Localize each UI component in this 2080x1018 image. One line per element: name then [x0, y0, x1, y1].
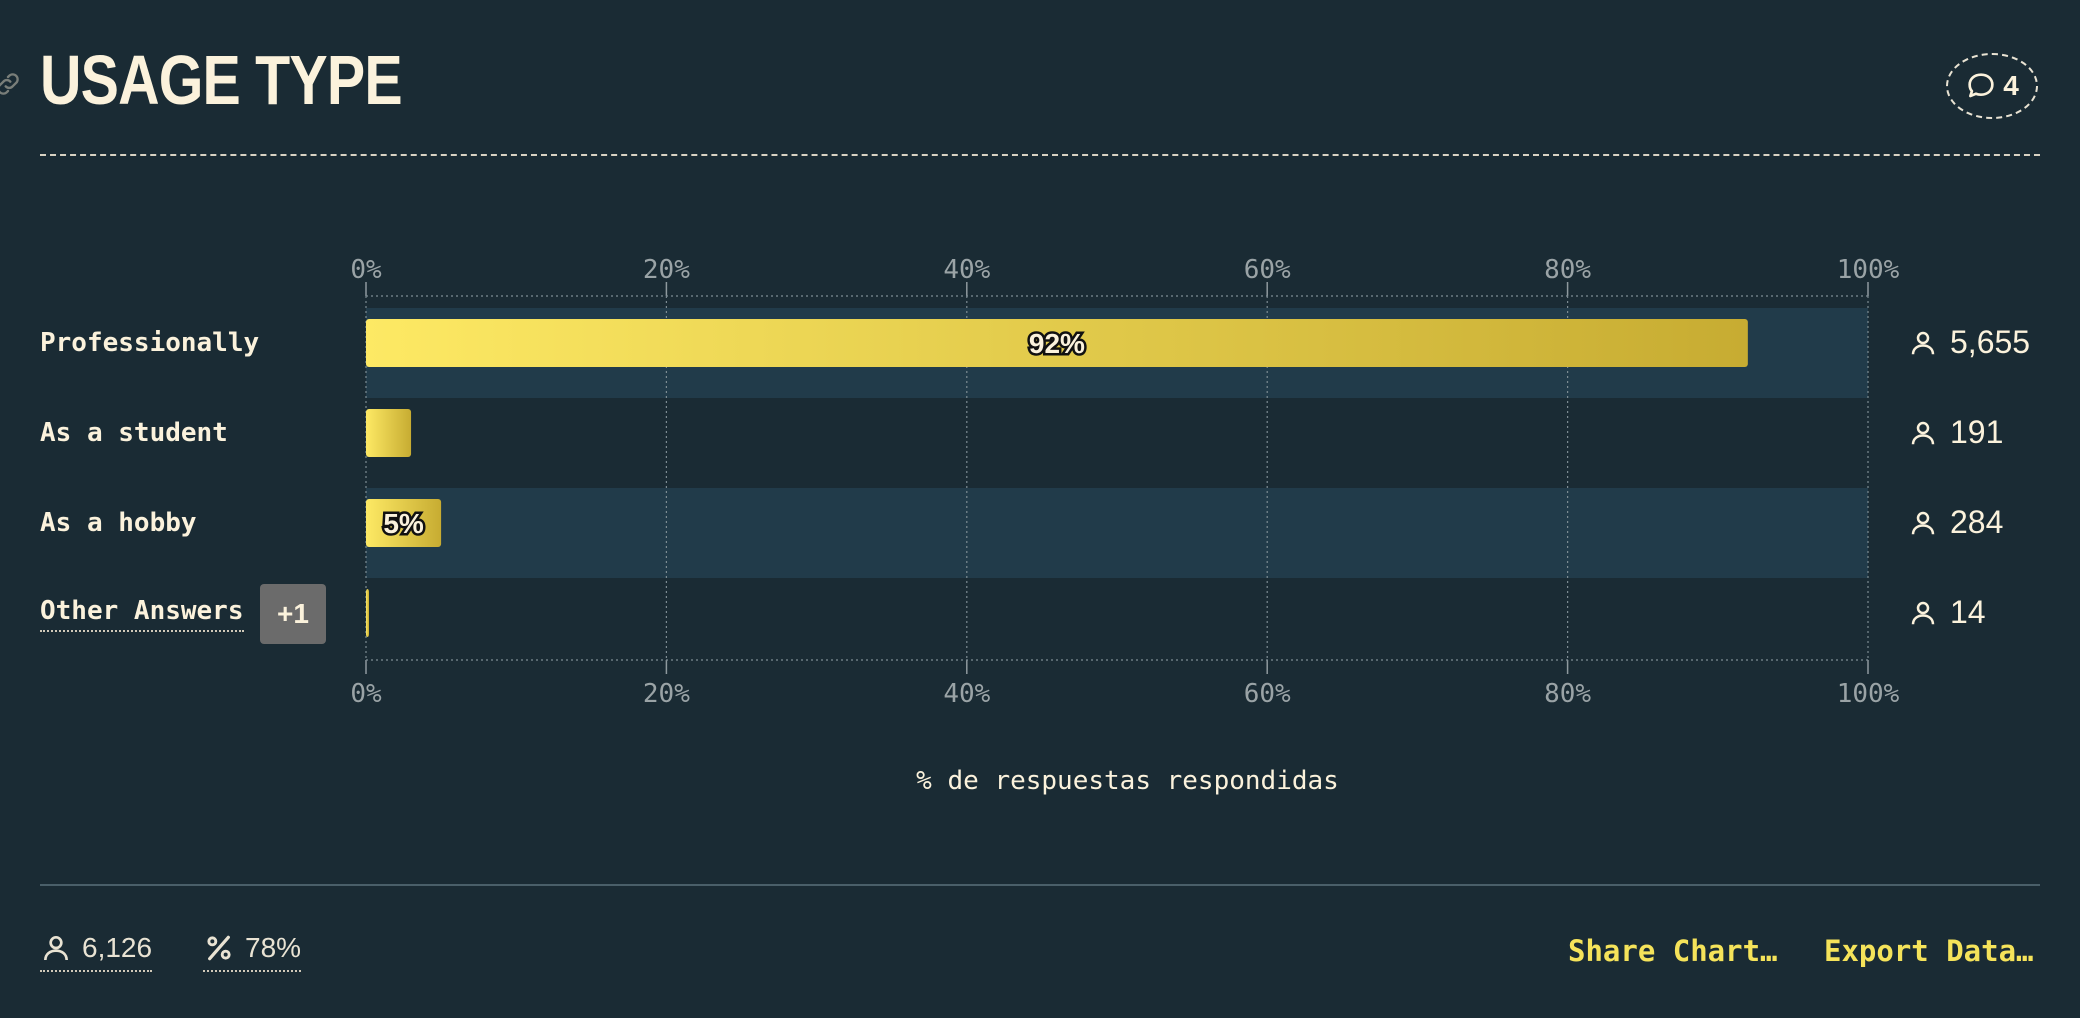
x-tick-label-top: 0%: [350, 255, 382, 285]
x-tick-label-top: 100%: [1837, 255, 1900, 285]
respondents-stat[interactable]: 6,126: [40, 932, 153, 972]
percent-stat[interactable]: 78%: [203, 932, 302, 972]
bar-value-label: 5%: [383, 508, 424, 539]
bar-chart: 0% 0% 20% 20% 40% 40% 60% 60% 80% 80% 100% 100% 92% 5…: [350, 255, 1900, 709]
x-tick-label-bottom: 40%: [943, 679, 990, 709]
row-label-professionally: Professionally: [40, 328, 260, 358]
count-student: 191: [1908, 414, 2003, 451]
count-value: 284: [1950, 504, 2004, 540]
x-tick-label-bottom: 20%: [643, 679, 690, 709]
person-icon: [1911, 511, 1935, 534]
x-tick-label-bottom: 0%: [350, 679, 382, 709]
percent-value: 78%: [245, 932, 302, 963]
footer-divider: [40, 884, 2040, 886]
x-tick-label-top: 60%: [1244, 255, 1291, 285]
other-answers-more-badge[interactable]: +1: [260, 584, 326, 644]
x-tick-label-bottom: 80%: [1544, 679, 1591, 709]
percent-icon: [207, 935, 231, 961]
share-chart-button[interactable]: Share Chart…: [1568, 934, 1778, 968]
bar: [366, 589, 370, 637]
bar-value-label: 92%: [1029, 328, 1085, 359]
row-label-hobby: As a hobby: [40, 508, 197, 538]
row-band: [366, 488, 1868, 578]
count-hobby: 284: [1908, 504, 2003, 541]
x-tick-label-top: 80%: [1544, 255, 1591, 285]
count-value: 14: [1950, 594, 1986, 630]
x-tick-label-bottom: 100%: [1837, 679, 1900, 709]
export-data-button[interactable]: Export Data…: [1824, 934, 2034, 968]
person-icon: [1911, 331, 1935, 354]
row-label-other-answers[interactable]: Other Answers: [40, 596, 244, 632]
x-tick-label-top: 40%: [943, 255, 990, 285]
respondents-value: 6,126: [82, 932, 153, 963]
count-other-answers: 14: [1908, 594, 1986, 631]
x-tick-label-top: 20%: [643, 255, 690, 285]
person-icon: [1911, 421, 1935, 444]
x-axis-title: % de respuestas respondidas: [916, 766, 1339, 796]
count-value: 191: [1950, 414, 2004, 450]
count-value: 5,655: [1950, 324, 2031, 360]
bar: [366, 409, 412, 457]
x-tick-label-bottom: 60%: [1244, 679, 1291, 709]
person-icon: [44, 936, 68, 961]
person-icon: [1911, 601, 1935, 624]
row-label-student: As a student: [40, 418, 228, 448]
count-professionally: 5,655: [1908, 324, 2030, 361]
